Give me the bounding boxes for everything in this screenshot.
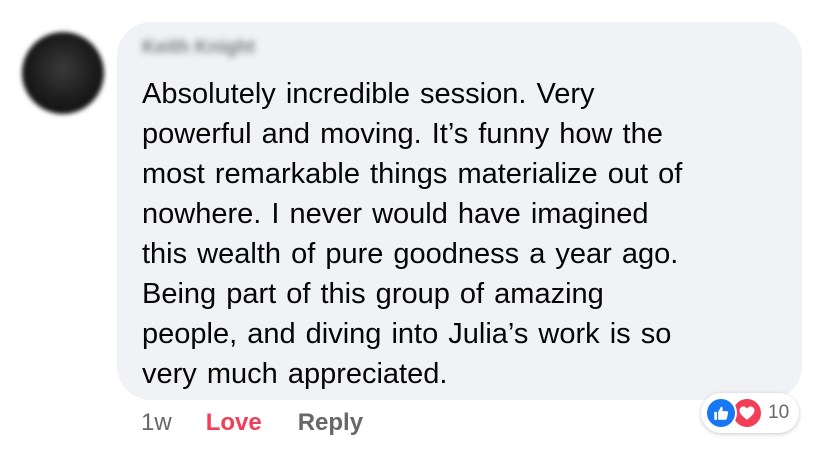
- reply-button[interactable]: Reply: [298, 409, 363, 437]
- reactions-summary[interactable]: 10: [701, 393, 800, 433]
- comment-actions: 1w Love Reply: [141, 406, 363, 440]
- love-button[interactable]: Love: [206, 409, 262, 437]
- like-icon: [705, 397, 737, 429]
- reaction-count: 10: [768, 402, 790, 423]
- comment-timestamp[interactable]: 1w: [141, 409, 172, 437]
- comment-bubble: Keith Knight Absolutely incredible sessi…: [117, 22, 802, 400]
- comment: Keith Knight Absolutely incredible sessi…: [0, 0, 828, 455]
- avatar[interactable]: [22, 32, 104, 114]
- comment-author[interactable]: Keith Knight: [142, 37, 255, 59]
- comment-text: Absolutely incredible session. Very powe…: [142, 78, 683, 390]
